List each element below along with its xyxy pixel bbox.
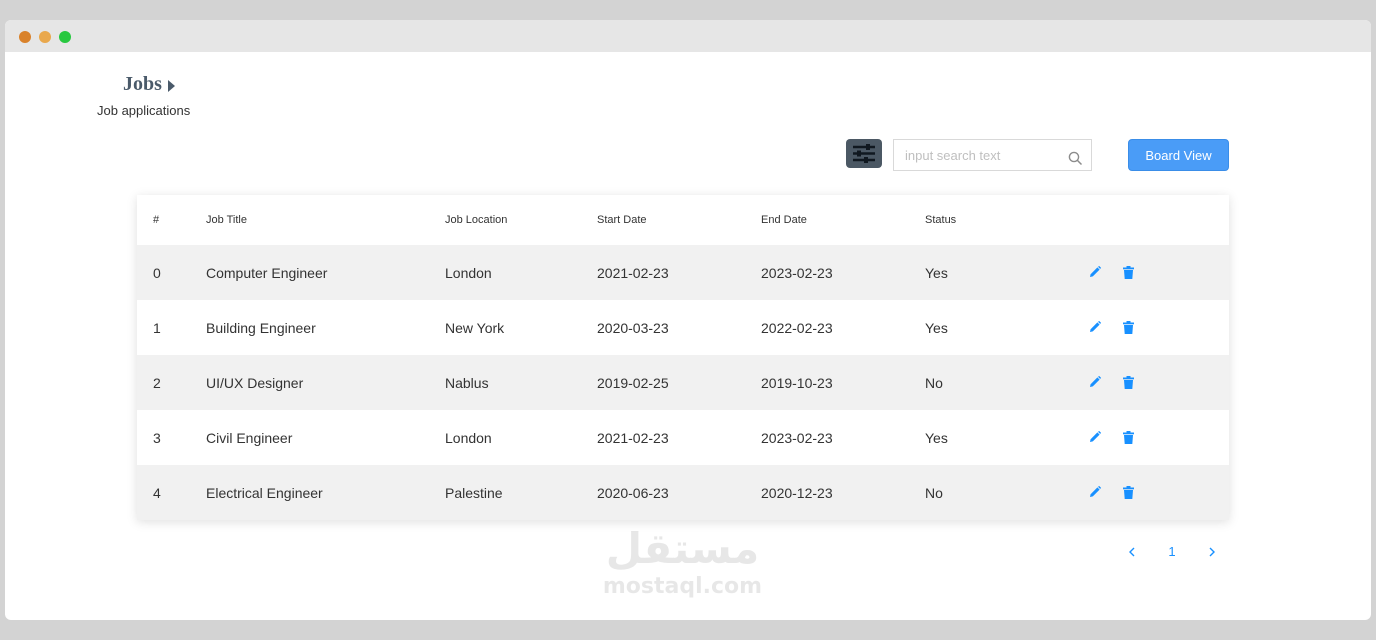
- table-header: # Job Title Job Location Start Date End …: [137, 195, 1229, 245]
- edit-icon[interactable]: [1089, 266, 1101, 278]
- column-header-start-date[interactable]: Start Date: [597, 214, 647, 226]
- delete-icon[interactable]: [1123, 266, 1134, 279]
- cell-status: Yes: [925, 265, 948, 281]
- delete-icon[interactable]: [1123, 321, 1134, 334]
- cell-end-date: 2022-02-23: [761, 320, 833, 336]
- close-window-button[interactable]: [19, 31, 31, 43]
- column-header-end-date[interactable]: End Date: [761, 214, 807, 226]
- cell-end-date: 2023-02-23: [761, 430, 833, 446]
- cell-job-title: Civil Engineer: [206, 430, 293, 446]
- cell-end-date: 2019-10-23: [761, 375, 833, 391]
- sliders-icon: [853, 144, 875, 163]
- table-row[interactable]: 2 UI/UX Designer Nablus 2019-02-25 2019-…: [137, 355, 1229, 410]
- cell-job-location: Nablus: [445, 375, 489, 391]
- maximize-window-button[interactable]: [59, 31, 71, 43]
- cell-end-date: 2020-12-23: [761, 485, 833, 501]
- page-title[interactable]: Jobs: [123, 73, 175, 96]
- cell-index: 1: [153, 320, 161, 336]
- pagination-page[interactable]: 1: [1162, 544, 1182, 559]
- cell-index: 3: [153, 430, 161, 446]
- column-header-job-location[interactable]: Job Location: [445, 214, 507, 226]
- edit-icon[interactable]: [1089, 321, 1101, 333]
- edit-icon[interactable]: [1089, 486, 1101, 498]
- page-subtitle: Job applications: [97, 103, 191, 118]
- delete-icon[interactable]: [1123, 486, 1134, 499]
- jobs-table: # Job Title Job Location Start Date End …: [137, 195, 1229, 520]
- cell-status: No: [925, 485, 943, 501]
- cell-start-date: 2020-06-23: [597, 485, 669, 501]
- column-header-job-title[interactable]: Job Title: [206, 214, 247, 226]
- cell-index: 0: [153, 265, 161, 281]
- cell-status: Yes: [925, 430, 948, 446]
- cell-job-location: New York: [445, 320, 505, 336]
- chevron-left-icon[interactable]: [1126, 546, 1138, 558]
- cell-start-date: 2019-02-25: [597, 375, 669, 391]
- cell-index: 2: [153, 375, 161, 391]
- cell-job-location: London: [445, 265, 492, 281]
- table-row[interactable]: 1 Building Engineer New York 2020-03-23 …: [137, 300, 1229, 355]
- table-row[interactable]: 3 Civil Engineer London 2021-02-23 2023-…: [137, 410, 1229, 465]
- cell-status: No: [925, 375, 943, 391]
- cell-index: 4: [153, 485, 161, 501]
- chevron-right-icon[interactable]: [1206, 546, 1218, 558]
- cell-job-location: Palestine: [445, 485, 503, 501]
- table-row[interactable]: 4 Electrical Engineer Palestine 2020-06-…: [137, 465, 1229, 520]
- window-titlebar: [5, 20, 1371, 52]
- column-header-index[interactable]: #: [153, 214, 159, 226]
- edit-icon[interactable]: [1089, 431, 1101, 443]
- search-input[interactable]: [894, 140, 1064, 170]
- edit-icon[interactable]: [1089, 376, 1101, 388]
- search-icon[interactable]: [1068, 151, 1083, 166]
- cell-start-date: 2021-02-23: [597, 265, 669, 281]
- delete-icon[interactable]: [1123, 376, 1134, 389]
- filter-button[interactable]: [846, 139, 882, 168]
- minimize-window-button[interactable]: [39, 31, 51, 43]
- page-title-text: Jobs: [123, 73, 162, 95]
- cell-end-date: 2023-02-23: [761, 265, 833, 281]
- caret-right-icon: [167, 79, 175, 92]
- cell-job-title: Electrical Engineer: [206, 485, 323, 501]
- search-box: [893, 139, 1092, 171]
- cell-job-title: Building Engineer: [206, 320, 316, 336]
- cell-start-date: 2020-03-23: [597, 320, 669, 336]
- delete-icon[interactable]: [1123, 431, 1134, 444]
- cell-job-location: London: [445, 430, 492, 446]
- board-view-button[interactable]: Board View: [1128, 139, 1229, 171]
- cell-job-title: Computer Engineer: [206, 265, 328, 281]
- cell-job-title: UI/UX Designer: [206, 375, 304, 391]
- column-header-status[interactable]: Status: [925, 214, 956, 226]
- cell-status: Yes: [925, 320, 948, 336]
- table-row[interactable]: 0 Computer Engineer London 2021-02-23 20…: [137, 245, 1229, 300]
- cell-start-date: 2021-02-23: [597, 430, 669, 446]
